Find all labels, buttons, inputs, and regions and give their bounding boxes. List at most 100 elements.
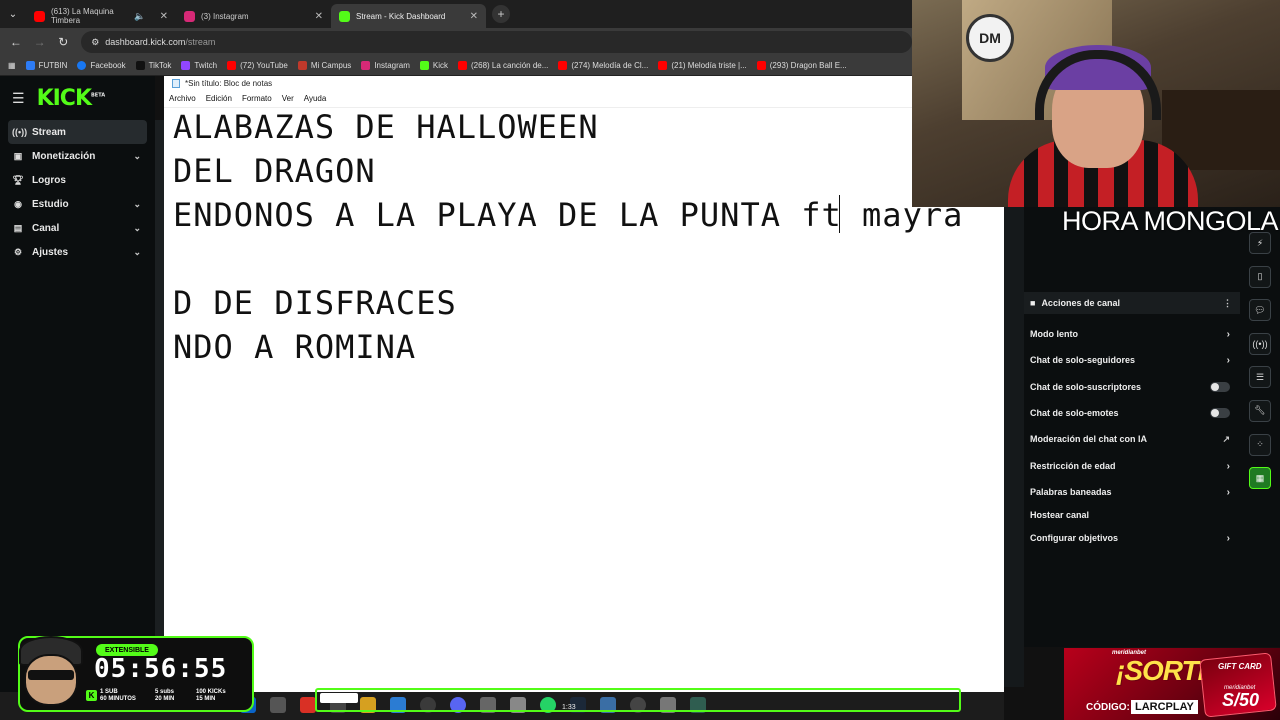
url-input[interactable]: ⚙ dashboard.kick.com/stream xyxy=(81,31,912,53)
users-icon[interactable]: ⁘ xyxy=(1249,433,1271,456)
menu-edicion[interactable]: Edición xyxy=(206,94,232,103)
sidebar-item-ajustes[interactable]: ⚙ Ajustes ⌄ xyxy=(8,240,147,264)
action-restriccion-edad[interactable]: Restricción de edad › xyxy=(1030,456,1230,476)
action-solo-seguidores[interactable]: Chat de solo-seguidores › xyxy=(1030,350,1230,370)
bookmark-youtube-sad[interactable]: (21) Melodía triste |... xyxy=(658,61,747,70)
broadcast-icon[interactable]: ((•)) xyxy=(1249,332,1271,355)
external-link-icon: ↗ xyxy=(1222,433,1230,444)
campus-icon xyxy=(297,61,307,70)
youtube-icon xyxy=(227,61,237,70)
code-label: CÓDIGO: xyxy=(1086,702,1130,713)
sidebar-item-canal[interactable]: ▤ Canal ⌄ xyxy=(8,216,147,240)
goal-count: 3420 / 50000 xyxy=(857,666,945,683)
layers-icon[interactable]: ☰ xyxy=(1249,366,1271,389)
webcam-feed: DM xyxy=(912,0,1280,207)
new-tab-button[interactable]: + xyxy=(492,5,510,23)
tab-search-icon[interactable]: ⌄ xyxy=(0,0,26,28)
bookmark-twitch[interactable]: Twitch xyxy=(181,61,217,70)
action-moderacion-ia[interactable]: Moderación del chat con IA ↗ xyxy=(1030,429,1230,449)
subscribers-only-toggle[interactable] xyxy=(1210,382,1230,392)
subathon-timer: 05:56:55 xyxy=(94,654,228,684)
channel-actions-title: Acciones de canal xyxy=(1041,298,1120,308)
youtube-icon xyxy=(558,61,568,70)
chevron-down-icon: ⌄ xyxy=(133,150,141,161)
gift-card-label: GIFT CARD xyxy=(1218,662,1262,671)
action-solo-emotes[interactable]: Chat de solo-emotes xyxy=(1030,403,1230,423)
sidebar-divider xyxy=(155,120,164,720)
bookmark-youtube[interactable]: (72) YouTube xyxy=(227,61,288,70)
menu-ver[interactable]: Ver xyxy=(282,94,294,103)
bookmark-youtube-melody[interactable]: (274) Melodía de Cl... xyxy=(558,61,648,70)
menu-icon[interactable]: ☰ xyxy=(12,90,25,107)
bookmark-kick[interactable]: Kick xyxy=(419,61,448,70)
reload-button[interactable]: ↻ xyxy=(51,35,75,49)
bookmark-facebook[interactable]: Facebook xyxy=(77,61,126,70)
action-hostear-canal[interactable]: Hostear canal xyxy=(1030,505,1230,525)
tab-instagram[interactable]: (3) Instagram ✕ xyxy=(176,4,331,28)
site-info-icon[interactable]: ⚙ xyxy=(91,37,99,48)
kick-icon xyxy=(419,61,429,70)
sidebar-item-logros[interactable]: 🏆︎ Logros xyxy=(8,168,147,192)
bookmark-youtube-dragonball[interactable]: (293) Dragon Ball E... xyxy=(756,61,847,70)
tab-title: (3) Instagram xyxy=(201,11,249,21)
apps-icon[interactable]: ▦ xyxy=(8,61,16,70)
avatar-face xyxy=(24,654,78,706)
notepad-title: *Sin título: Bloc de notas xyxy=(185,78,273,88)
text-line: ENDONOS A LA PLAYA DE LA PUNTA ft mayra xyxy=(173,196,964,234)
back-button[interactable]: ← xyxy=(4,35,28,49)
notepad-text-area[interactable]: ALABAZAS DE HALLOWEEN DEL DRAGON ENDONOS… xyxy=(164,108,1004,692)
app-icon[interactable] xyxy=(270,697,286,713)
tab-youtube[interactable]: (613) La Maquina Timbera 🔈 ✕ xyxy=(26,4,176,28)
menu-formato[interactable]: Formato xyxy=(242,94,272,103)
taskbar-time: 1:33 xyxy=(562,704,576,711)
chat-icon[interactable]: 💬︎ xyxy=(1249,299,1271,322)
close-icon[interactable]: ✕ xyxy=(470,11,478,22)
tab-kick-dashboard[interactable]: Stream - Kick Dashboard ✕ xyxy=(331,4,486,28)
chevron-right-icon: › xyxy=(1226,460,1230,472)
kick-logo[interactable]: KICKBETA xyxy=(37,86,106,111)
youtube-icon xyxy=(34,10,45,22)
bookmark-mi-campus[interactable]: Mi Campus xyxy=(297,61,351,70)
bookmark-instagram[interactable]: Instagram xyxy=(361,61,410,70)
wrench-icon[interactable]: 🔧︎ xyxy=(1249,399,1271,422)
close-icon[interactable]: ✕ xyxy=(160,11,168,22)
sidebar-item-estudio[interactable]: ◉ Estudio ⌄ xyxy=(8,192,147,216)
bookmark-futbin[interactable]: FUTBIN xyxy=(25,61,67,70)
facebook-icon xyxy=(77,61,87,70)
menu-ayuda[interactable]: Ayuda xyxy=(304,94,327,103)
close-icon[interactable]: ✕ xyxy=(315,11,323,22)
kick-header: ☰ KICKBETA xyxy=(0,76,155,120)
bookmark-youtube-song[interactable]: (268) La canción de... xyxy=(458,61,548,70)
gear-icon: ⚙ xyxy=(13,246,23,257)
instagram-icon xyxy=(361,61,371,70)
more-options-icon[interactable]: ⋮ xyxy=(1223,298,1232,309)
chevron-down-icon: ⌄ xyxy=(133,246,141,257)
speaker-icon[interactable]: 🔈 xyxy=(134,11,145,22)
money-icon: ▣ xyxy=(13,150,23,161)
bookmarks-bar: ▦ FUTBIN Facebook TikTok Twitch (72) You… xyxy=(0,56,912,76)
chat-panel-divider xyxy=(1004,207,1024,687)
instagram-icon xyxy=(184,10,195,22)
notes-icon[interactable]: ▯ xyxy=(1249,265,1271,288)
menu-archivo[interactable]: Archivo xyxy=(169,94,196,103)
action-configurar-objetivos[interactable]: Configurar objetivos › xyxy=(1030,528,1230,548)
timer-rule-subs: 5 subs 20 MIN xyxy=(155,689,175,702)
chevron-right-icon: › xyxy=(1226,354,1230,366)
beta-tag: BETA xyxy=(91,92,106,99)
team-logo: DM xyxy=(966,14,1014,62)
bookmark-tiktok[interactable]: TikTok xyxy=(135,61,171,70)
edit-layout-icon[interactable]: ▦ xyxy=(1249,467,1271,490)
text-line: D DE DISFRACES xyxy=(173,284,457,322)
action-modo-lento[interactable]: Modo lento › xyxy=(1030,324,1230,344)
notepad-title-bar: *Sin título: Bloc de notas xyxy=(164,76,1004,90)
action-palabras-baneadas[interactable]: Palabras baneadas › xyxy=(1030,482,1230,502)
app-icon[interactable] xyxy=(300,697,316,713)
sidebar-item-stream[interactable]: ((•)) Stream xyxy=(8,120,147,144)
action-solo-suscriptores[interactable]: Chat de solo-suscriptores xyxy=(1030,377,1230,397)
tab-title: Stream - Kick Dashboard xyxy=(356,11,446,21)
sidebar-item-monetizacion[interactable]: ▣ Monetización ⌄ xyxy=(8,144,147,168)
forward-button[interactable]: → xyxy=(28,35,52,49)
address-bar: ← → ↻ ⚙ dashboard.kick.com/stream xyxy=(0,28,912,56)
tiktok-icon xyxy=(135,61,145,70)
emotes-only-toggle[interactable] xyxy=(1210,408,1230,418)
